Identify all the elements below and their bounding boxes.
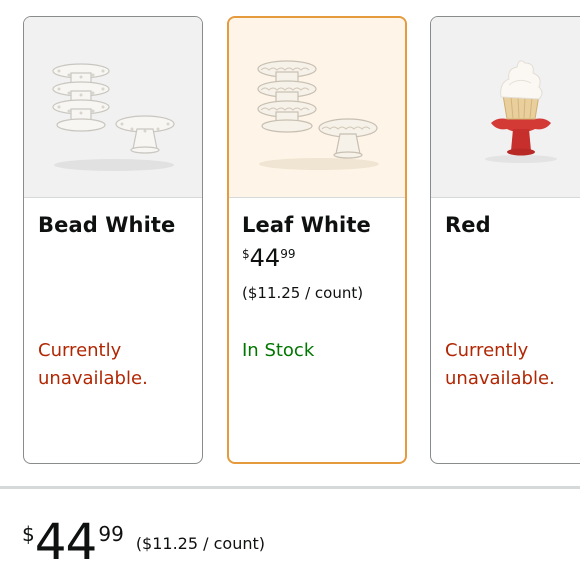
swatch-image-area: [229, 18, 405, 198]
section-divider: [0, 486, 580, 489]
swatch-name: Leaf White: [242, 213, 371, 237]
bead-white-cake-stands-icon: [52, 63, 175, 171]
swatch-red[interactable]: Red Currently unavailable.: [430, 16, 580, 464]
swatch-leaf-white[interactable]: Leaf White $4499 ($11.25 / count) In Sto…: [227, 16, 407, 464]
red-cake-stand-cupcake-icon: [485, 60, 557, 163]
swatch-name: Red: [445, 213, 491, 237]
unit-price: ($11.25 / count): [135, 534, 265, 553]
color-swatch-row: Bead White Currently unavailable. Leaf W…: [0, 0, 580, 480]
swatch-image-area: [24, 17, 202, 198]
availability-status: Currently unavailable.: [38, 340, 148, 389]
price-whole: 44: [249, 244, 281, 272]
swatch-price: $4499: [242, 246, 295, 270]
price-whole: 44: [34, 513, 98, 571]
leaf-white-cake-stands-icon: [257, 60, 379, 170]
selected-price-display: $ 44 99 ($11.25 / count): [22, 516, 265, 572]
swatch-bead-white[interactable]: Bead White Currently unavailable.: [23, 16, 203, 464]
price-fraction: 99: [280, 247, 296, 261]
price-fraction: 99: [98, 522, 124, 546]
availability-status: Currently unavailable.: [445, 340, 555, 389]
price-symbol: $: [22, 522, 35, 546]
unit-price: ($11.25 / count): [242, 284, 364, 302]
swatch-image-area: [431, 17, 580, 198]
availability-status: In Stock: [242, 340, 315, 361]
swatch-name: Bead White: [38, 213, 176, 237]
price-symbol: $: [242, 247, 250, 261]
product-variant-panel: Bead White Currently unavailable. Leaf W…: [0, 0, 580, 580]
